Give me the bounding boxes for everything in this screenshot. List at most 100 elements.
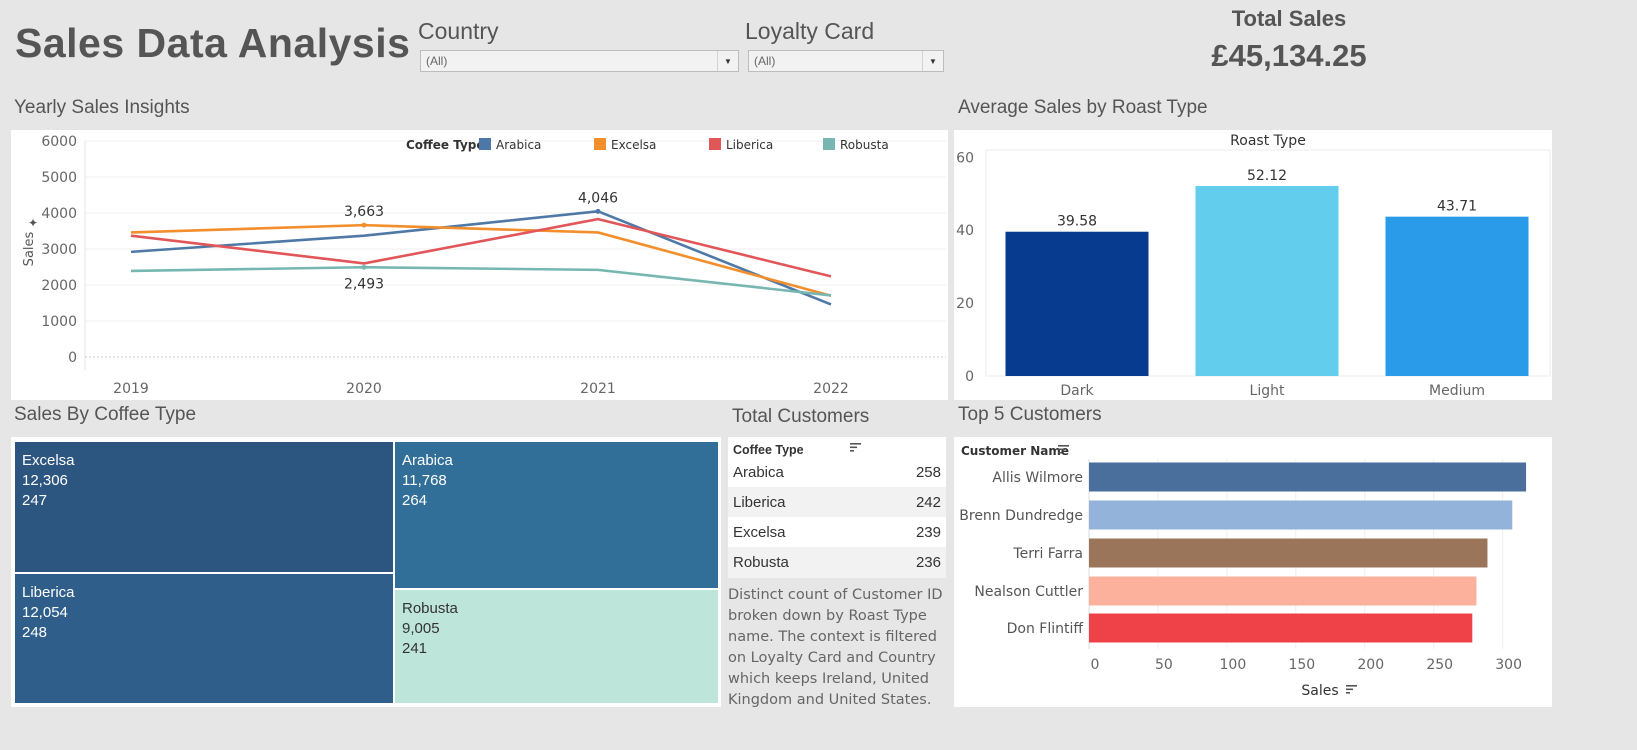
- treemap-cell-robusta[interactable]: Robusta 9,005 241: [394, 589, 719, 704]
- treemap-cell-name: Liberica: [22, 584, 75, 601]
- customer-bar: [1089, 462, 1527, 492]
- customer-name-label: Nealson Cuttler: [974, 584, 1083, 600]
- customer-count-cell: 236: [915, 554, 941, 571]
- top5-panel: Customer Name 0 50 100 150 200 250 300 Allis Wil…: [954, 437, 1552, 707]
- treemap-cell-liberica[interactable]: Liberica 12,054 248: [14, 573, 394, 704]
- treemap-cell-count: 247: [22, 492, 48, 509]
- top5-bar-chart: Customer Name 0 50 100 150 200 250 300 Allis Wil…: [959, 444, 1527, 699]
- x-tick-label: 250: [1426, 657, 1453, 673]
- coffee-type-cell: Robusta: [733, 554, 789, 571]
- loyalty-filter-dropdown[interactable]: (All) ▼: [748, 50, 944, 72]
- x-tick-label: 200: [1357, 657, 1384, 673]
- y-tick-label: 0: [68, 350, 77, 366]
- data-point: [361, 222, 367, 228]
- bar-value-label: 43.71: [1437, 199, 1477, 215]
- roast-section-title: Average Sales by Roast Type: [958, 97, 1208, 118]
- legend-title: Coffee Type: [406, 138, 485, 152]
- y-tick-label: 60: [956, 150, 974, 166]
- bar-value-label: 52.12: [1247, 168, 1287, 184]
- data-label: 2,493: [344, 276, 384, 292]
- legend-swatch: [594, 138, 606, 150]
- coffee-treemap-panel: Excelsa 12,306 247 Arabica 11,768 264 Liberica…: [11, 437, 721, 707]
- roast-panel: Roast Type 0 20 40 60 39.58 Dark 52.12 Light 43.7…: [954, 130, 1552, 400]
- data-point: [595, 208, 601, 214]
- y-tick-label: 1000: [41, 314, 77, 330]
- legend-label: Robusta: [840, 138, 889, 152]
- x-tick-label: 0: [1091, 657, 1100, 673]
- legend-label: Arabica: [496, 138, 541, 152]
- table-row[interactable]: Excelsa 239: [728, 517, 946, 548]
- treemap-cell-count: 264: [402, 492, 428, 509]
- customers-panel: Coffee Type Arabica 258 Liberica 242 Excelsa…: [728, 437, 946, 708]
- pin-icon: ✦: [28, 216, 38, 230]
- x-tick-label: 150: [1288, 657, 1315, 673]
- treemap-cell-name: Robusta: [402, 600, 458, 617]
- legend-swatch: [823, 138, 835, 150]
- x-tick-label: 100: [1220, 657, 1247, 673]
- treemap-cell-sales: 12,306: [22, 472, 68, 489]
- bar-light: [1195, 186, 1339, 376]
- coffee-treemap: Excelsa 12,306 247 Arabica 11,768 264 Liberica…: [14, 441, 719, 704]
- coffee-section-title: Sales By Coffee Type: [14, 404, 197, 425]
- customer-name-label: Allis Wilmore: [992, 470, 1083, 486]
- country-filter-dropdown[interactable]: (All) ▼: [420, 50, 739, 72]
- data-label: 4,046: [578, 190, 618, 206]
- series-line-robusta: [130, 265, 832, 297]
- customer-count-cell: 242: [915, 494, 941, 511]
- customer-count-cell: 258: [915, 464, 941, 481]
- x-tick-label: 2021: [580, 381, 616, 397]
- bar-medium: [1385, 216, 1529, 376]
- chevron-down-icon[interactable]: ▼: [922, 51, 943, 71]
- legend-swatch: [479, 138, 491, 150]
- coffee-type-cell: Liberica: [733, 494, 786, 511]
- x-tick-label: 50: [1155, 657, 1173, 673]
- x-axis-label: Sales: [1301, 683, 1338, 699]
- x-tick-label: 2020: [346, 381, 382, 397]
- customer-count-cell: 239: [915, 524, 941, 541]
- loyalty-filter-label: Loyalty Card: [745, 18, 875, 44]
- table-row[interactable]: Arabica 258: [728, 457, 946, 488]
- y-axis-label: Sales: [22, 231, 37, 266]
- y-tick-label: 40: [956, 223, 974, 239]
- data-label: 3,663: [344, 204, 384, 220]
- chevron-down-icon[interactable]: ▼: [717, 51, 738, 71]
- treemap-cell-excelsa[interactable]: Excelsa 12,306 247: [14, 441, 394, 573]
- customer-bar: [1089, 500, 1513, 530]
- customer-name-label: Terri Farra: [1012, 546, 1083, 562]
- treemap-cell-name: Excelsa: [22, 452, 75, 469]
- table-row[interactable]: Robusta 236: [728, 547, 946, 578]
- y-axis-header: Customer Name: [961, 444, 1069, 458]
- x-tick-label: Dark: [1060, 383, 1094, 399]
- coffee-type-cell: Arabica: [733, 464, 784, 481]
- table-row[interactable]: Liberica 242: [728, 487, 946, 518]
- total-sales-value: £45,134.25: [1211, 38, 1367, 73]
- treemap-cell-count: 248: [22, 624, 48, 641]
- y-tick-label: 4000: [41, 206, 77, 222]
- loyalty-filter-value: (All): [754, 54, 776, 68]
- y-tick-label: 2000: [41, 278, 77, 294]
- yearly-sales-panel: 0 1000 2000 3000 4000 5000 6000 2019 2020 2021 202…: [11, 130, 948, 400]
- customer-bar: [1089, 538, 1488, 568]
- legend-label: Liberica: [726, 138, 773, 152]
- sort-icon[interactable]: [850, 442, 862, 455]
- data-point: [361, 264, 367, 270]
- x-tick-label: 300: [1495, 657, 1522, 673]
- table-header: Coffee Type: [733, 443, 804, 457]
- customers-section-title: Total Customers: [732, 406, 870, 427]
- top5-section-title: Top 5 Customers: [958, 404, 1102, 425]
- treemap-cell-sales: 9,005: [402, 620, 440, 637]
- table-note: Distinct count of Customer ID broken dow…: [728, 587, 943, 708]
- series-line-arabica: [130, 210, 832, 306]
- sort-icon[interactable]: [1346, 685, 1357, 694]
- yearly-sales-line-chart: 0 1000 2000 3000 4000 5000 6000 2019 2020 2021 202…: [22, 134, 946, 397]
- y-tick-label: 6000: [41, 134, 77, 150]
- yearly-section-title: Yearly Sales Insights: [14, 97, 190, 118]
- chart-title: Roast Type: [1230, 133, 1306, 149]
- total-sales-label: Total Sales: [1231, 6, 1347, 31]
- treemap-cell-arabica[interactable]: Arabica 11,768 264: [394, 441, 719, 589]
- customer-bar: [1089, 576, 1477, 606]
- roast-bar-chart: Roast Type 0 20 40 60 39.58 Dark 52.12 Light 43.7…: [956, 133, 1551, 399]
- legend-swatch: [709, 138, 721, 150]
- page-title: Sales Data Analysis: [15, 20, 411, 66]
- customer-bar: [1089, 613, 1473, 643]
